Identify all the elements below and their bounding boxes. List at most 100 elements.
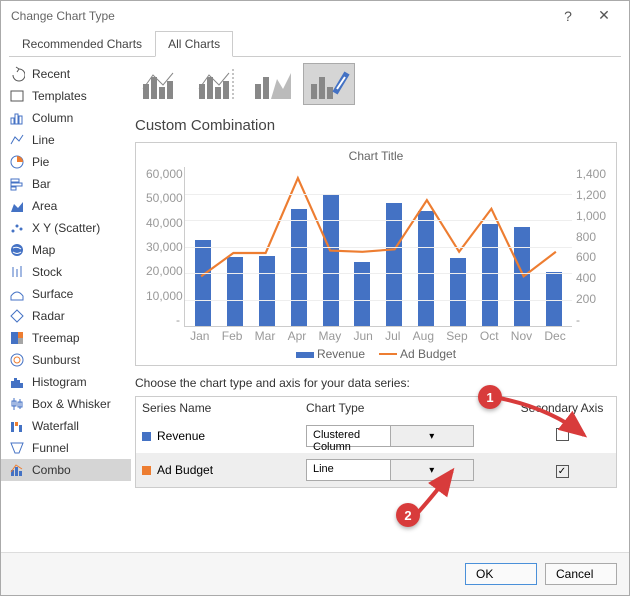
- pie-icon: [9, 154, 25, 170]
- sidebar-item-bar[interactable]: Bar: [1, 173, 131, 195]
- y-axis-secondary: 1,4001,2001,000800600400200-: [572, 167, 606, 327]
- sidebar-item-templates[interactable]: Templates: [1, 85, 131, 107]
- plot-area: [184, 167, 572, 327]
- sidebar-item-column[interactable]: Column: [1, 107, 131, 129]
- sidebar-item-label: Map: [32, 243, 55, 257]
- sunburst-icon: [9, 352, 25, 368]
- sidebar-item-label: Pie: [32, 155, 49, 169]
- sidebar-item-stock[interactable]: Stock: [1, 261, 131, 283]
- sidebar-item-label: Funnel: [32, 441, 69, 455]
- chart-type-sidebar: Recent Templates Column Line Pie Bar Are…: [1, 57, 131, 552]
- sidebar-item-scatter[interactable]: X Y (Scatter): [1, 217, 131, 239]
- legend-revenue: Revenue: [317, 347, 365, 361]
- histogram-icon: [9, 374, 25, 390]
- map-icon: [9, 242, 25, 258]
- sidebar-item-label: Histogram: [32, 375, 87, 389]
- dialog-title: Change Chart Type: [11, 9, 547, 23]
- sidebar-item-label: Radar: [32, 309, 65, 323]
- sidebar-item-recent[interactable]: Recent: [1, 63, 131, 85]
- sidebar-item-label: Templates: [32, 89, 87, 103]
- series-swatch: [142, 432, 151, 441]
- boxwhisker-icon: [9, 396, 25, 412]
- chart-legend: Revenue Ad Budget: [146, 347, 606, 361]
- chart-title: Chart Title: [146, 149, 606, 163]
- close-button[interactable]: ✕: [589, 7, 619, 24]
- sidebar-item-sunburst[interactable]: Sunburst: [1, 349, 131, 371]
- series-header-type: Chart Type: [306, 401, 474, 415]
- chart-tabs: Recommended Charts All Charts: [9, 30, 621, 57]
- combo-icon: [9, 462, 25, 478]
- series-swatch: [142, 466, 151, 475]
- sidebar-item-line[interactable]: Line: [1, 129, 131, 151]
- sidebar-item-surface[interactable]: Surface: [1, 283, 131, 305]
- series-type-select-adbudget[interactable]: Line▾: [306, 459, 474, 481]
- sidebar-item-label: Recent: [32, 67, 70, 81]
- combination-heading: Custom Combination: [135, 117, 617, 134]
- sidebar-item-map[interactable]: Map: [1, 239, 131, 261]
- area-icon: [9, 198, 25, 214]
- series-table: Series Name Chart Type Secondary Axis Re…: [135, 396, 617, 488]
- legend-adbudget: Ad Budget: [400, 347, 456, 361]
- recent-icon: [9, 66, 25, 82]
- sidebar-item-label: Bar: [32, 177, 51, 191]
- sidebar-item-label: Waterfall: [32, 419, 79, 433]
- ok-button[interactable]: OK: [465, 563, 537, 585]
- annotation-badge-1: 1: [478, 385, 502, 409]
- sidebar-item-label: X Y (Scatter): [32, 221, 100, 235]
- series-header-name: Series Name: [142, 401, 306, 415]
- treemap-icon: [9, 330, 25, 346]
- sidebar-item-radar[interactable]: Radar: [1, 305, 131, 327]
- series-row-adbudget: Ad Budget Line▾ ✓: [136, 453, 616, 487]
- sidebar-item-funnel[interactable]: Funnel: [1, 437, 131, 459]
- secondary-axis-checkbox-adbudget[interactable]: ✓: [556, 465, 569, 478]
- sidebar-item-treemap[interactable]: Treemap: [1, 327, 131, 349]
- scatter-icon: [9, 220, 25, 236]
- sidebar-item-label: Column: [32, 111, 73, 125]
- chart-preview: Chart Title 60,00050,00040,00030,00020,0…: [135, 142, 617, 366]
- series-row-revenue: Revenue Clustered Column▾: [136, 419, 616, 453]
- y-axis-primary: 60,00050,00040,00030,00020,00010,000-: [146, 167, 184, 327]
- tab-recommended[interactable]: Recommended Charts: [9, 31, 155, 57]
- series-name: Revenue: [157, 429, 205, 443]
- choose-series-label: Choose the chart type and axis for your …: [135, 376, 617, 390]
- chevron-down-icon: ▾: [390, 460, 474, 480]
- sidebar-item-boxwhisker[interactable]: Box & Whisker: [1, 393, 131, 415]
- sidebar-item-label: Area: [32, 199, 57, 213]
- change-chart-type-dialog: Change Chart Type ? ✕ Recommended Charts…: [0, 0, 630, 596]
- combo-thumb-custom[interactable]: [303, 63, 355, 105]
- sidebar-item-label: Surface: [32, 287, 73, 301]
- sidebar-item-label: Line: [32, 133, 55, 147]
- sidebar-item-label: Box & Whisker: [32, 397, 111, 411]
- templates-icon: [9, 88, 25, 104]
- funnel-icon: [9, 440, 25, 456]
- sidebar-item-label: Combo: [32, 463, 71, 477]
- secondary-axis-checkbox-revenue[interactable]: [556, 428, 569, 441]
- line-icon: [9, 132, 25, 148]
- sidebar-item-pie[interactable]: Pie: [1, 151, 131, 173]
- sidebar-item-combo[interactable]: Combo: [1, 459, 131, 481]
- radar-icon: [9, 308, 25, 324]
- combo-thumb-3[interactable]: [247, 63, 299, 105]
- titlebar: Change Chart Type ? ✕: [1, 1, 629, 30]
- dialog-footer: OK Cancel: [1, 552, 629, 595]
- series-header-secondary: Secondary Axis: [514, 401, 610, 415]
- sidebar-item-area[interactable]: Area: [1, 195, 131, 217]
- sidebar-item-label: Treemap: [32, 331, 80, 345]
- series-type-select-revenue[interactable]: Clustered Column▾: [306, 425, 474, 447]
- sidebar-item-histogram[interactable]: Histogram: [1, 371, 131, 393]
- tab-all-charts[interactable]: All Charts: [155, 31, 233, 57]
- sidebar-item-label: Stock: [32, 265, 62, 279]
- bar-icon: [9, 176, 25, 192]
- annotation-badge-2: 2: [396, 503, 420, 527]
- stock-icon: [9, 264, 25, 280]
- combo-thumb-2[interactable]: [191, 63, 243, 105]
- cancel-button[interactable]: Cancel: [545, 563, 617, 585]
- combo-thumb-1[interactable]: [135, 63, 187, 105]
- sidebar-item-waterfall[interactable]: Waterfall: [1, 415, 131, 437]
- help-button[interactable]: ?: [553, 8, 583, 24]
- column-icon: [9, 110, 25, 126]
- combo-subtype-row: [135, 63, 617, 105]
- chevron-down-icon: ▾: [390, 426, 474, 446]
- waterfall-icon: [9, 418, 25, 434]
- surface-icon: [9, 286, 25, 302]
